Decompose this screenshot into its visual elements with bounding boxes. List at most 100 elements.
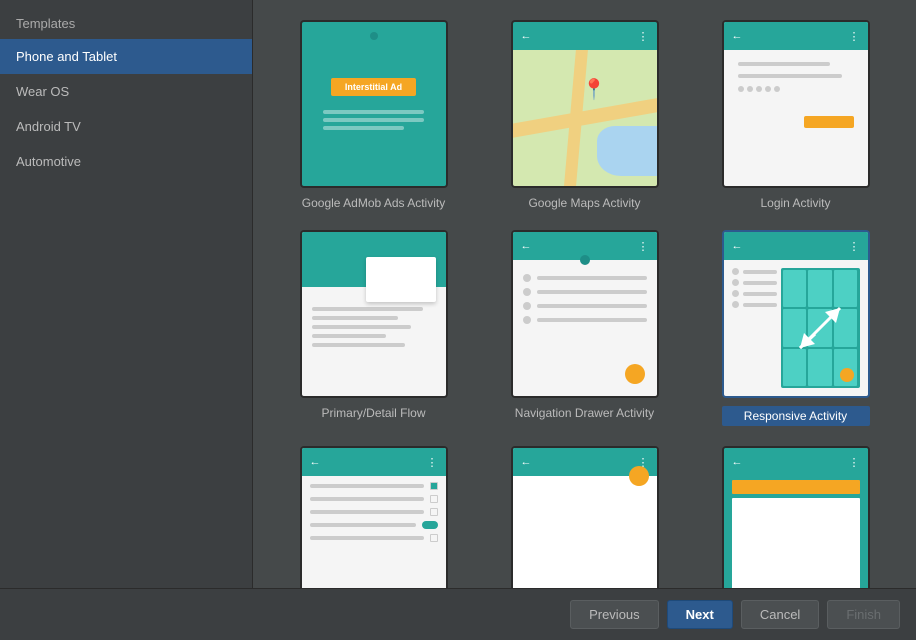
navdrawer-row — [523, 302, 647, 310]
navdrawer-circle — [523, 274, 531, 282]
template-card-scrolling[interactable]: ← ⋮ — [511, 446, 659, 588]
login-body — [724, 50, 868, 186]
template-card-responsive[interactable]: ← ⋮ — [722, 230, 870, 398]
login-mock: ← ⋮ — [724, 22, 868, 186]
template-item-admob[interactable]: Interstitial Ad Google AdMob Ads Activit… — [283, 20, 464, 210]
template-item-login[interactable]: ← ⋮ — [705, 20, 886, 210]
template-card-settings[interactable]: ← ⋮ — [300, 446, 448, 588]
sidebar: Templates Phone and Tablet Wear OS Andro… — [0, 0, 253, 588]
resp-circle — [732, 279, 739, 286]
template-item-maps[interactable]: ← ⋮ 📍 Google Maps Activity — [494, 20, 675, 210]
template-card-admob[interactable]: Interstitial Ad — [300, 20, 448, 188]
settings-mock: ← ⋮ — [302, 448, 446, 588]
navdrawer-circle — [523, 302, 531, 310]
resp-line — [743, 303, 777, 307]
checkbox-empty — [430, 495, 438, 503]
template-item-scrolling[interactable]: ← ⋮ Scrolling Activity — [494, 446, 675, 588]
template-item-nav-drawer[interactable]: ← ⋮ — [494, 230, 675, 426]
more-icon: ⋮ — [849, 240, 860, 253]
scroll-line — [310, 510, 424, 514]
template-card-login[interactable]: ← ⋮ — [722, 20, 870, 188]
template-label-admob: Google AdMob Ads Activity — [302, 196, 445, 210]
next-button[interactable]: Next — [667, 600, 733, 629]
navdrawer-body — [513, 260, 657, 396]
primary-card — [366, 257, 436, 302]
scrolling-header: ← ⋮ — [513, 448, 657, 476]
template-label-primary-detail: Primary/Detail Flow — [321, 406, 425, 420]
resp-circle — [732, 301, 739, 308]
footer: Previous Next Cancel Finish — [0, 588, 916, 640]
login-dot — [747, 86, 753, 92]
template-card-maps[interactable]: ← ⋮ 📍 — [511, 20, 659, 188]
fullscreen-header: ← ⋮ — [724, 448, 868, 476]
admob-lines — [323, 110, 424, 130]
template-item-primary-detail[interactable]: Primary/Detail Flow — [283, 230, 464, 426]
back-arrow-icon: ← — [310, 456, 321, 468]
back-arrow-icon: ← — [521, 30, 532, 42]
login-line — [738, 62, 831, 66]
resp-line — [743, 292, 777, 296]
navdrawer-header: ← ⋮ — [513, 232, 657, 260]
sidebar-item-automotive[interactable]: Automotive — [0, 144, 252, 179]
login-dot — [774, 86, 780, 92]
back-arrow-icon: ← — [521, 240, 532, 252]
navdrawer-row — [523, 316, 647, 324]
cancel-button[interactable]: Cancel — [741, 600, 819, 629]
admob-dot — [370, 32, 378, 40]
sidebar-item-wear-os[interactable]: Wear OS — [0, 74, 252, 109]
checkbox-checked — [430, 482, 438, 490]
template-card-fullscreen[interactable]: ← ⋮ — [722, 446, 870, 588]
sidebar-item-android-tv[interactable]: Android TV — [0, 109, 252, 144]
navdrawer-hline — [537, 304, 647, 308]
resp-circle — [732, 290, 739, 297]
template-item-fullscreen[interactable]: ← ⋮ Fullscreen Activity — [705, 446, 886, 588]
sidebar-item-phone-tablet[interactable]: Phone and Tablet — [0, 39, 252, 74]
responsive-header: ← ⋮ — [724, 232, 868, 260]
settings-header: ← ⋮ — [302, 448, 446, 476]
settings-row — [310, 508, 438, 516]
responsive-left-row — [732, 301, 777, 308]
resp-circle — [732, 268, 739, 275]
fullscreen-mock: ← ⋮ — [724, 448, 868, 588]
scroll-line — [310, 497, 424, 501]
login-button — [804, 116, 854, 128]
previous-button[interactable]: Previous — [570, 600, 659, 629]
navdrawer-hline — [537, 276, 647, 280]
template-card-nav-drawer[interactable]: ← ⋮ — [511, 230, 659, 398]
map-water — [597, 126, 657, 176]
template-card-primary-detail[interactable] — [300, 230, 448, 398]
resp-fab — [840, 368, 854, 382]
primary-list-line — [312, 325, 411, 329]
diagonal-arrow-icon — [790, 298, 850, 358]
template-item-settings[interactable]: ← ⋮ — [283, 446, 464, 588]
resp-line — [743, 270, 777, 274]
more-icon: ⋮ — [638, 30, 649, 43]
scroll-line — [310, 536, 424, 540]
primary-mock — [302, 232, 446, 396]
login-dot — [756, 86, 762, 92]
settings-row — [310, 534, 438, 542]
scrolling-mock: ← ⋮ — [513, 448, 657, 588]
navdrawer-fab — [625, 364, 645, 384]
finish-button[interactable]: Finish — [827, 600, 900, 629]
template-label-maps: Google Maps Activity — [528, 196, 640, 210]
settings-row — [310, 482, 438, 490]
navdrawer-hline — [537, 290, 647, 294]
checkbox-empty — [430, 508, 438, 516]
responsive-mock: ← ⋮ — [724, 232, 868, 396]
login-dot — [738, 86, 744, 92]
login-header: ← ⋮ — [724, 22, 868, 50]
settings-body — [302, 476, 446, 588]
responsive-left-row — [732, 290, 777, 297]
login-dot — [765, 86, 771, 92]
navdrawer-circle — [523, 316, 531, 324]
template-item-responsive[interactable]: ← ⋮ — [705, 230, 886, 426]
settings-row — [310, 521, 438, 529]
more-icon: ⋮ — [427, 456, 438, 469]
more-icon: ⋮ — [638, 240, 649, 253]
more-icon: ⋮ — [849, 456, 860, 469]
fullscreen-subbar — [732, 480, 860, 494]
navdrawer-hline — [537, 318, 647, 322]
responsive-left-row — [732, 268, 777, 275]
main-layout: Templates Phone and Tablet Wear OS Andro… — [0, 0, 916, 588]
